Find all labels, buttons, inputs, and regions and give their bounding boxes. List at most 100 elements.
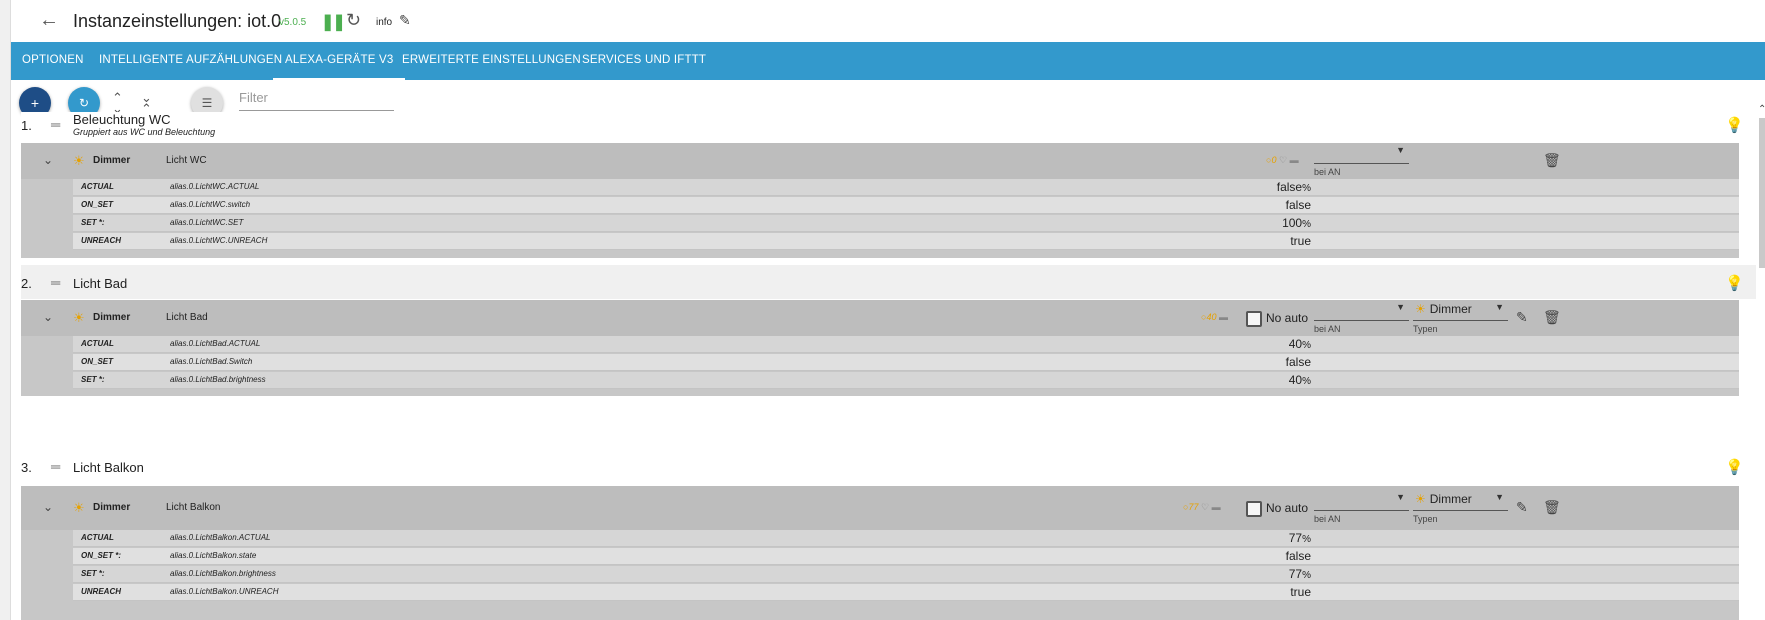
group-description: Gruppiert aus WC und Beleuchtung [73, 127, 216, 137]
bulb-icon[interactable]: 💡 [1725, 458, 1744, 476]
state-value: 77% [1288, 531, 1311, 545]
drag-handle-icon[interactable]: ═ [51, 459, 60, 474]
state-name: UNREACH [81, 236, 121, 245]
instance-settings-window: ← Instanzeinstellungen: iot.0 v5.0.5 ❚❚ … [10, 0, 1765, 620]
chevron-down-icon[interactable]: ⌄ [43, 310, 53, 324]
bulb-icon[interactable]: 💡 [1725, 274, 1744, 292]
type-select[interactable]: ☀ Dimmer ▼ [1413, 302, 1508, 321]
state-row: SET *: alias.0.LichtBalkon.brightness 77… [73, 566, 1739, 583]
state-value: 77% [1288, 567, 1311, 581]
tab-services-ifttt[interactable]: Services und IFTTT [582, 42, 706, 80]
state-row: ACTUAL alias.0.LichtBad.ACTUAL 40% [73, 336, 1739, 353]
drag-handle-icon[interactable]: ═ [51, 117, 60, 132]
bulb-icon: ☀ [73, 310, 85, 325]
delete-icon[interactable]: 🗑 [1543, 309, 1561, 326]
state-name: SET *: [81, 375, 105, 384]
refresh-icon: ↻ [78, 96, 90, 110]
page-title: Instanzeinstellungen: iot.0 [73, 11, 282, 31]
state-row: ACTUAL alias.0.LichtBalkon.ACTUAL 77% [73, 530, 1739, 547]
state-row: ACTUAL alias.0.LichtWC.ACTUAL false% [73, 179, 1739, 196]
device-header-row[interactable]: ⌄ ☀ Dimmer Licht WC ○0 ♡ ▬ ▼ bei AN 🗑 [21, 143, 1739, 179]
state-name: ACTUAL [81, 533, 114, 542]
chevron-down-icon[interactable]: ⌄ [43, 153, 53, 167]
state-id[interactable]: alias.0.LichtWC.switch [170, 200, 250, 209]
device-value: ○77 ♡ ▬ [1183, 502, 1221, 512]
state-id[interactable]: alias.0.LichtBalkon.brightness [170, 569, 276, 578]
state-name: ON_SET *: [81, 551, 122, 560]
state-value: false% [1276, 180, 1311, 194]
dropdown-arrow-icon: ▼ [1495, 302, 1504, 312]
bulb-icon: ☀ [73, 500, 85, 515]
chevron-down-icon[interactable]: ⌄ [43, 500, 53, 514]
list-icon: ☰ [201, 96, 213, 110]
group-number: 3. [21, 460, 32, 475]
group-number: 1. [21, 118, 32, 133]
state-id[interactable]: alias.0.LichtWC.SET [170, 218, 243, 227]
state-value: false [1285, 355, 1311, 369]
state-value: false [1285, 549, 1311, 563]
state-name: UNREACH [81, 587, 121, 596]
state-row: SET *: alias.0.LichtWC.SET 100% [73, 215, 1739, 232]
group-licht-balkon: 3. ═ Licht Balkon 💡 [21, 452, 1756, 486]
device-header-row[interactable]: ⌄ ☀ Dimmer Licht Bad ○40 ▬ No auto ▼ bei… [21, 300, 1739, 336]
expand-all-icon[interactable]: ⌃ ⌄ [112, 91, 123, 115]
device-type: Dimmer [93, 312, 131, 323]
scroll-up-icon[interactable]: ⌃ [1758, 104, 1765, 115]
scrollbar[interactable] [1759, 118, 1765, 268]
bulb-icon: ☀ [1415, 492, 1426, 506]
no-auto-label: No auto [1266, 501, 1309, 515]
header-bar: ← Instanzeinstellungen: iot.0 v5.0.5 ❚❚ … [11, 0, 1765, 42]
version-label: v5.0.5 [279, 17, 307, 28]
delete-icon[interactable]: 🗑 [1543, 499, 1561, 516]
no-auto-checkbox[interactable] [1246, 501, 1262, 517]
state-value: 40% [1288, 373, 1311, 387]
state-row: UNREACH alias.0.LichtWC.UNREACH true [73, 233, 1739, 250]
state-id[interactable]: alias.0.LichtWC.ACTUAL [170, 182, 259, 191]
toggle-icon: ▬ [1289, 155, 1299, 165]
state-name: ACTUAL [81, 339, 114, 348]
bulb-icon[interactable]: 💡 [1725, 116, 1744, 134]
state-id[interactable]: alias.0.LichtBalkon.state [170, 551, 256, 560]
on-select-label: bei AN [1314, 324, 1341, 334]
tab-erweiterte-einstellungen[interactable]: Erweiterte Einstellungen [402, 42, 581, 80]
edit-icon[interactable]: ✎ [1516, 499, 1528, 516]
device-header-row[interactable]: ⌄ ☀ Dimmer Licht Balkon ○77 ♡ ▬ No auto … [21, 486, 1739, 530]
back-arrow-icon[interactable]: ← [39, 10, 59, 30]
state-value: true [1290, 585, 1311, 599]
tab-optionen[interactable]: Optionen [22, 42, 84, 80]
on-select[interactable]: ▼ [1314, 145, 1409, 164]
delete-icon[interactable]: 🗑 [1543, 152, 1561, 169]
state-id[interactable]: alias.0.LichtBalkon.ACTUAL [170, 533, 271, 542]
on-select[interactable]: ▼ [1314, 302, 1409, 321]
state-id[interactable]: alias.0.LichtBad.brightness [170, 375, 266, 384]
state-name: ACTUAL [81, 182, 114, 191]
device-name: Licht WC [166, 155, 207, 166]
tab-intelligente-aufzaehlungen[interactable]: Intelligente Aufzählungen [99, 42, 282, 80]
state-name: SET *: [81, 569, 105, 578]
pencil-icon[interactable]: ✎ [399, 12, 411, 29]
state-id[interactable]: alias.0.LichtBad.ACTUAL [170, 339, 260, 348]
state-id[interactable]: alias.0.LichtWC.UNREACH [170, 236, 267, 245]
drag-handle-icon[interactable]: ═ [51, 275, 60, 290]
reload-icon[interactable]: ↻ [346, 10, 361, 31]
pause-icon[interactable]: ❚❚ [321, 12, 346, 32]
state-row: ON_SET alias.0.LichtWC.switch false [73, 197, 1739, 214]
filter-input[interactable]: Filter [239, 88, 394, 111]
bulb-icon: ☀ [1415, 302, 1426, 316]
on-select[interactable]: ▼ [1314, 492, 1409, 511]
group-licht-bad: 2. ═ Licht Bad 💡 [21, 265, 1756, 299]
tab-alexa-geraete-v3[interactable]: Alexa-Geräte V3 [273, 42, 406, 80]
state-value: 100% [1282, 216, 1311, 230]
state-name: ON_SET [81, 357, 114, 366]
state-value: true [1290, 234, 1311, 248]
no-auto-checkbox[interactable] [1246, 311, 1262, 327]
no-auto-label: No auto [1266, 311, 1309, 325]
toggle-icon: ▬ [1211, 502, 1221, 512]
type-select[interactable]: ☀ Dimmer ▼ [1413, 492, 1508, 511]
device-name: Licht Balkon [166, 502, 221, 513]
collapse-all-icon[interactable]: ⌄ ⌃ [141, 91, 152, 115]
group-name: Beleuchtung WC [73, 112, 171, 127]
state-id[interactable]: alias.0.LichtBad.Switch [170, 357, 252, 366]
state-id[interactable]: alias.0.LichtBalkon.UNREACH [170, 587, 279, 596]
edit-icon[interactable]: ✎ [1516, 309, 1528, 326]
